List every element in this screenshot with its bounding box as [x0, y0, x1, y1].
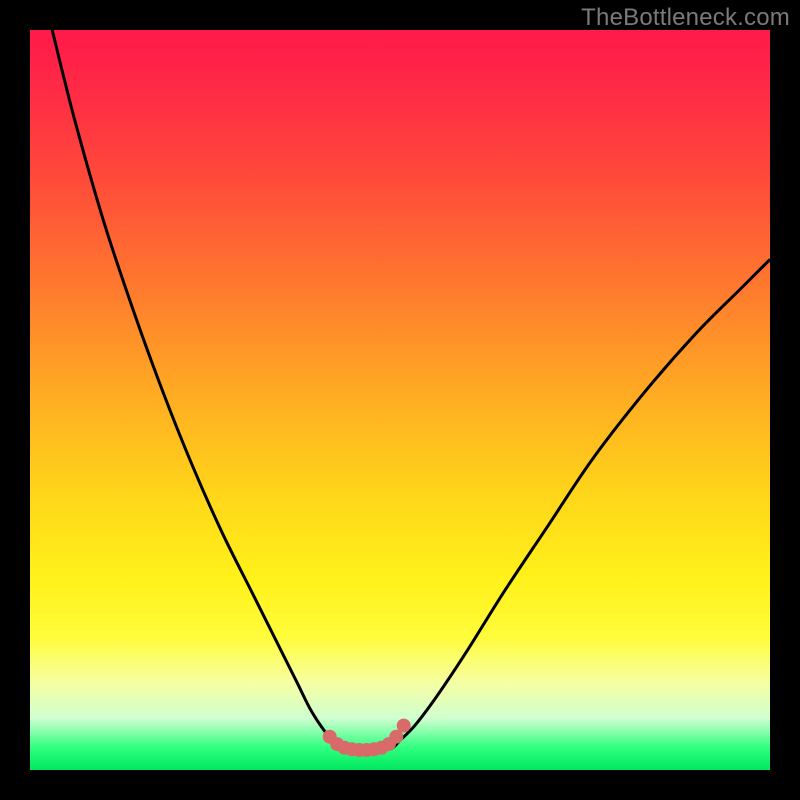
bottleneck-right-curve: [385, 259, 770, 748]
chart-frame: TheBottleneck.com: [0, 0, 800, 800]
watermark-text: TheBottleneck.com: [581, 4, 790, 32]
curve-layer: [30, 30, 770, 770]
bottleneck-left-curve: [52, 30, 348, 748]
valley-marker: [397, 719, 411, 733]
plot-area: [30, 30, 770, 770]
valley-marker-group: [323, 719, 411, 757]
